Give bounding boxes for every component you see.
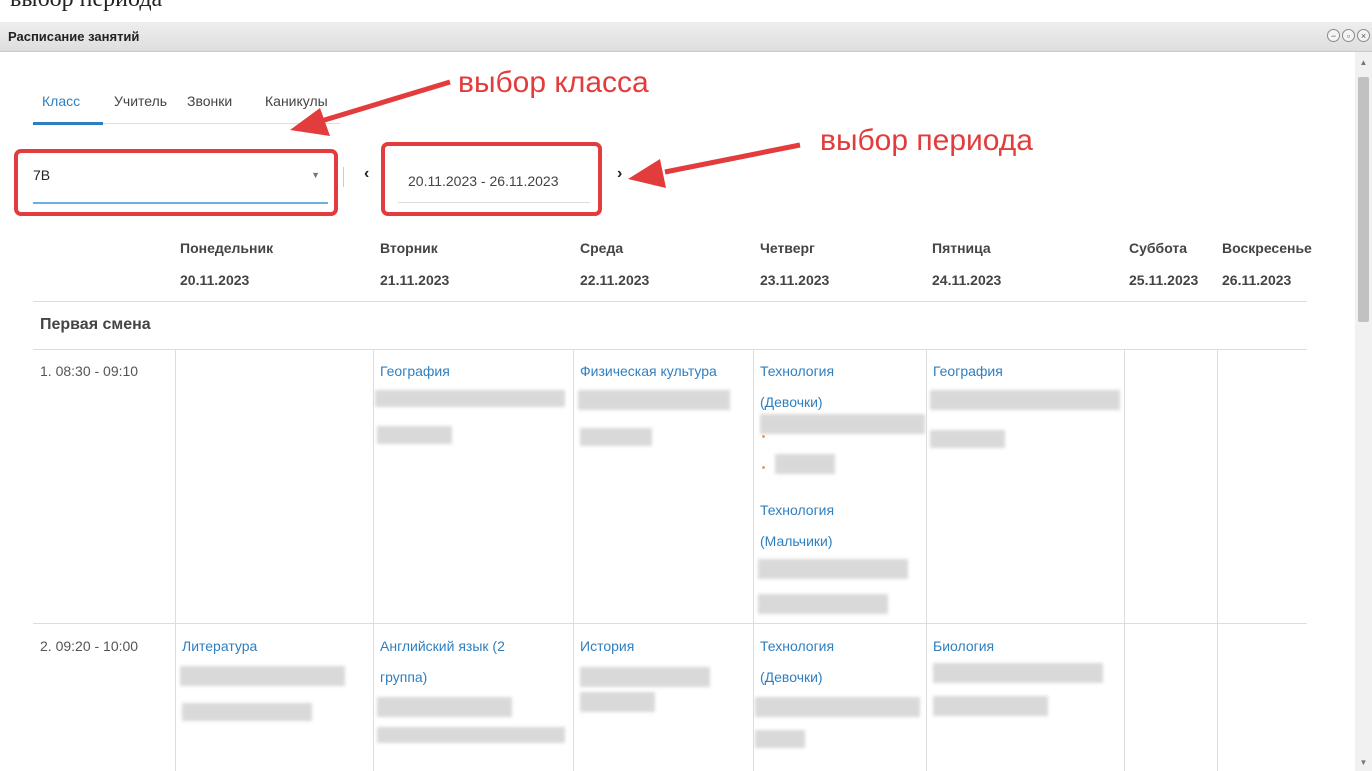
teacher-blurred	[760, 414, 925, 434]
status-dot	[762, 435, 765, 438]
room-blurred	[580, 428, 652, 446]
scrollbar-thumb[interactable]	[1358, 77, 1369, 322]
lesson-group-link[interactable]: (Мальчики)	[760, 531, 833, 551]
day-date-sun: 26.11.2023	[1222, 272, 1292, 288]
room-blurred	[758, 594, 888, 614]
column-divider	[1124, 349, 1125, 771]
annotation-arrows	[290, 79, 801, 188]
arrow-head-class-icon	[290, 108, 330, 136]
room-blurred	[377, 727, 565, 743]
document-text: выбор периода	[10, 0, 162, 13]
teacher-blurred	[755, 697, 920, 717]
window-titlebar: Расписание занятий − ▫ ×	[0, 22, 1372, 52]
shift-divider	[33, 349, 1307, 350]
lesson-subject-link[interactable]: Английский язык (2	[380, 636, 505, 656]
lesson-subject-link[interactable]: История	[580, 636, 634, 656]
room-blurred	[580, 692, 655, 712]
teacher-blurred	[578, 390, 730, 410]
lesson-subject-link[interactable]: Биология	[933, 636, 994, 656]
lesson-group-link[interactable]: (Девочки)	[760, 392, 823, 412]
room-blurred	[933, 696, 1048, 716]
lesson-group-link[interactable]: (Девочки)	[760, 667, 823, 687]
maximize-icon[interactable]: ▫	[1342, 29, 1355, 42]
room-blurred	[775, 454, 835, 474]
column-divider	[1217, 349, 1218, 771]
teacher-blurred	[580, 667, 710, 687]
scroll-up-icon[interactable]: ▲	[1355, 58, 1372, 67]
lesson-group-link[interactable]: группа)	[380, 667, 427, 687]
window-title: Расписание занятий	[8, 29, 140, 44]
lesson-subject-link[interactable]: Физическая культура	[580, 361, 717, 381]
lesson-subject-link[interactable]: Технология	[760, 500, 834, 520]
shift-title: Первая смена	[40, 316, 151, 333]
column-divider	[753, 349, 754, 771]
lesson-subject-link[interactable]: Технология	[760, 636, 834, 656]
lesson-time: 2. 09:20 - 10:00	[40, 638, 139, 654]
room-blurred	[182, 703, 312, 721]
room-blurred	[930, 430, 1005, 448]
minimize-icon[interactable]: −	[1327, 29, 1340, 42]
day-name-tue: Вторник	[380, 240, 438, 256]
lesson-subject-link[interactable]: География	[933, 361, 1003, 381]
day-date-mon: 20.11.2023	[180, 272, 250, 288]
status-dot	[762, 466, 765, 469]
lesson-time: 1. 08:30 - 09:10	[40, 363, 139, 379]
day-name-fri: Пятница	[932, 240, 991, 256]
room-blurred	[755, 730, 805, 748]
teacher-blurred	[930, 390, 1120, 410]
arrow-head-period-icon	[628, 159, 666, 188]
lesson-subject-link[interactable]: География	[380, 361, 450, 381]
day-date-wed: 22.11.2023	[580, 272, 650, 288]
teacher-blurred	[758, 559, 908, 579]
column-divider	[373, 349, 374, 771]
scroll-down-icon[interactable]: ▼	[1355, 758, 1372, 767]
day-date-fri: 24.11.2023	[932, 272, 1002, 288]
column-divider	[926, 349, 927, 771]
document-text-fragment: выбор периода	[0, 0, 1372, 22]
day-name-thu: Четверг	[760, 240, 815, 256]
day-name-wed: Среда	[580, 240, 624, 256]
column-divider	[175, 349, 176, 771]
arrow-to-period	[664, 142, 801, 175]
lesson-subject-link[interactable]: Литература	[182, 636, 257, 656]
day-name-sun: Воскресенье	[1222, 240, 1312, 256]
lesson-subject-link[interactable]: Технология	[760, 361, 834, 381]
room-blurred	[377, 426, 452, 444]
header-divider	[33, 301, 1307, 302]
schedule-panel: Класс Учитель Звонки Каникулы 7В ▼ ‹ 20.…	[0, 52, 1355, 771]
row-divider	[33, 623, 1307, 624]
day-date-sat: 25.11.2023	[1129, 272, 1199, 288]
day-date-thu: 23.11.2023	[760, 272, 830, 288]
teacher-blurred	[933, 663, 1103, 683]
day-name-mon: Понедельник	[180, 240, 274, 256]
close-icon[interactable]: ×	[1357, 29, 1370, 42]
teacher-blurred	[180, 666, 345, 686]
column-divider	[573, 349, 574, 771]
teacher-blurred	[377, 697, 512, 717]
day-name-sat: Суббота	[1129, 240, 1188, 256]
teacher-blurred	[375, 390, 565, 407]
day-date-tue: 21.11.2023	[380, 272, 450, 288]
arrow-to-class	[317, 79, 451, 125]
vertical-scrollbar[interactable]: ▲ ▼	[1355, 52, 1372, 771]
